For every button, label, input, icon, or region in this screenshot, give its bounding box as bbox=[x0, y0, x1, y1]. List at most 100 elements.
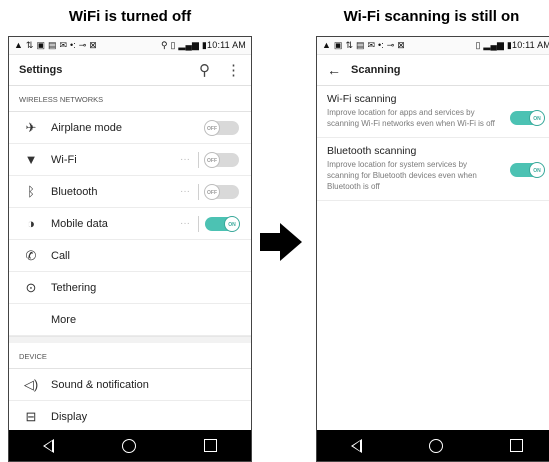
toggle-state: OFF bbox=[204, 183, 220, 200]
scan-text: Wi-Fi scanning Improve location for apps… bbox=[327, 93, 510, 129]
toggle-state: OFF bbox=[204, 119, 220, 136]
status-bar: ▲ ⇅ ▣ ▤ ✉ •: ⊸ ⊠ ⚲ ▯ ▂▄▆ ▮10:11 AM bbox=[9, 37, 251, 55]
settings-phone-screen: ▲ ⇅ ▣ ▤ ✉ •: ⊸ ⊠ ⚲ ▯ ▂▄▆ ▮10:11 AM Settings ⚲ ⋮… bbox=[8, 36, 252, 462]
status-right: ⚲ ▯ ▂▄▆ ▮10:11 AM bbox=[161, 40, 246, 51]
share-icon: ⊠ bbox=[397, 40, 405, 50]
back-arrow-icon[interactable]: ← bbox=[327, 62, 341, 78]
mobile-data-toggle[interactable]: ON bbox=[205, 215, 240, 232]
row-label: Call bbox=[51, 249, 70, 262]
mail-icon: ✉ bbox=[59, 40, 68, 50]
share-icon: ⊠ bbox=[89, 40, 97, 50]
message-icon: ▤ bbox=[47, 40, 57, 50]
arrow-right-icon bbox=[280, 223, 302, 261]
scan-text: Bluetooth scanning Improve location for … bbox=[327, 145, 510, 192]
row-label: Tethering bbox=[51, 281, 97, 294]
recent-apps-icon[interactable] bbox=[204, 439, 217, 452]
row-label: Airplane mode bbox=[51, 121, 122, 134]
divider bbox=[198, 215, 199, 232]
key-icon: ⊸ bbox=[386, 40, 395, 50]
dots-icon: ··· bbox=[180, 218, 190, 229]
more-row[interactable]: More bbox=[9, 304, 251, 336]
row-label: More bbox=[51, 313, 77, 326]
wifi-scanning-title: Wi-Fi scanning bbox=[327, 93, 397, 105]
scanning-phone-screen: ▲ ▣ ⇅ ▤ ✉ •: ⊸ ⊠ ▯ ▂▄▆ ▮10:11 AM ← Scanning Wi-… bbox=[316, 36, 549, 462]
usb-icon: •: bbox=[70, 40, 76, 50]
display-row[interactable]: ⊟ Display bbox=[9, 401, 251, 433]
back-icon[interactable] bbox=[43, 438, 54, 453]
image-icon: ▣ bbox=[36, 40, 45, 50]
mobile-data-row[interactable]: ◑ Mobile data ··· ON bbox=[9, 208, 251, 240]
status-time: 10:11 AM bbox=[207, 40, 246, 50]
settings-title-bar: Settings ⚲ ⋮ bbox=[9, 55, 251, 86]
toggle-state: ON bbox=[529, 162, 545, 178]
usb-icon: •: bbox=[378, 40, 384, 50]
section-header-device: DEVICE bbox=[9, 343, 251, 369]
navigation-bar bbox=[9, 430, 251, 461]
recent-apps-icon[interactable] bbox=[509, 439, 523, 452]
image-icon: ▣ bbox=[333, 40, 343, 50]
more-options-icon[interactable]: ⋮ bbox=[226, 61, 241, 79]
bluetooth-toggle[interactable]: OFF bbox=[204, 183, 239, 200]
bluetooth-row[interactable]: ᛒ Bluetooth ··· OFF bbox=[9, 176, 251, 208]
row-label: Mobile data bbox=[51, 217, 108, 230]
status-bar: ▲ ▣ ⇅ ▤ ✉ •: ⊸ ⊠ ▯ ▂▄▆ ▮10:11 AM bbox=[317, 37, 549, 55]
warning-icon: ▲ bbox=[14, 40, 23, 50]
toggle-state: OFF bbox=[204, 151, 220, 168]
status-time: 10:11 AM bbox=[512, 40, 549, 50]
row-label: Display bbox=[51, 410, 88, 423]
divider bbox=[198, 151, 199, 168]
left-caption: WiFi is turned off bbox=[68, 8, 192, 25]
bluetooth-scanning-toggle[interactable]: ON bbox=[510, 162, 545, 178]
dots-icon: ··· bbox=[180, 186, 190, 197]
right-caption: Wi-Fi scanning is still on bbox=[343, 8, 520, 25]
sound-notification-row[interactable]: ◁) Sound & notification bbox=[9, 369, 251, 401]
airplane-icon: ✈ bbox=[25, 119, 37, 135]
airplane-mode-row[interactable]: ✈ Airplane mode OFF bbox=[9, 112, 251, 144]
antenna-icon: ⇅ bbox=[345, 40, 353, 50]
row-label: Bluetooth bbox=[51, 185, 98, 198]
divider bbox=[198, 183, 199, 200]
page-title: Scanning bbox=[351, 64, 401, 76]
airplane-mode-toggle[interactable]: OFF bbox=[204, 119, 239, 136]
bluetooth-icon: ᛒ bbox=[27, 184, 35, 199]
speaker-icon: ◁) bbox=[23, 376, 39, 392]
section-header-wireless: WIRELESS NETWORKS bbox=[9, 86, 251, 112]
scanning-title-bar: ← Scanning bbox=[317, 55, 549, 86]
home-icon[interactable] bbox=[428, 438, 443, 453]
dots-icon: ··· bbox=[180, 154, 190, 165]
signal-icon: ▂▄▆ bbox=[178, 40, 202, 50]
notification-icons: ▲ ▣ ⇅ ▤ ✉ •: ⊸ ⊠ bbox=[322, 40, 408, 51]
toggle-state: ON bbox=[529, 110, 545, 126]
bluetooth-scanning-description: Improve location for system services by … bbox=[327, 160, 477, 191]
call-row[interactable]: ✆ Call bbox=[9, 240, 251, 272]
bluetooth-scanning-title: Bluetooth scanning bbox=[327, 145, 417, 157]
wifi-icon: ▼ bbox=[24, 152, 38, 167]
warning-icon: ▲ bbox=[322, 40, 331, 50]
back-icon[interactable] bbox=[350, 438, 362, 453]
wifi-row[interactable]: ▼ Wi-Fi ··· OFF bbox=[9, 144, 251, 176]
key-icon: ⊸ bbox=[78, 40, 87, 50]
notification-icons: ▲ ⇅ ▣ ▤ ✉ •: ⊸ ⊠ bbox=[14, 40, 100, 51]
page-title: Settings bbox=[19, 64, 63, 76]
message-icon: ▤ bbox=[355, 40, 365, 50]
wifi-scanning-toggle[interactable]: ON bbox=[510, 110, 545, 126]
mobile-data-icon: ◑ bbox=[27, 216, 35, 231]
search-icon[interactable]: ⚲ bbox=[199, 61, 210, 79]
wifi-toggle[interactable]: OFF bbox=[204, 151, 239, 168]
row-label: Sound & notification bbox=[51, 378, 149, 391]
wifi-scanning-description: Improve location for apps and services b… bbox=[327, 108, 495, 128]
tethering-icon: ⊙ bbox=[25, 279, 37, 295]
antenna-icon: ⇅ bbox=[25, 40, 34, 50]
tethering-row[interactable]: ⊙ Tethering bbox=[9, 272, 251, 304]
mail-icon: ✉ bbox=[367, 40, 376, 50]
phone-icon: ✆ bbox=[25, 247, 37, 263]
row-label: Wi-Fi bbox=[51, 153, 77, 166]
wifi-scanning-item[interactable]: Wi-Fi scanning Improve location for apps… bbox=[317, 86, 549, 138]
section-divider bbox=[9, 336, 251, 343]
bluetooth-scanning-item[interactable]: Bluetooth scanning Improve location for … bbox=[317, 138, 549, 201]
signal-icon: ▂▄▆ bbox=[483, 40, 507, 50]
home-icon[interactable] bbox=[122, 438, 136, 453]
status-right: ▯ ▂▄▆ ▮10:11 AM bbox=[475, 40, 549, 51]
navigation-bar bbox=[317, 430, 549, 461]
toggle-state: ON bbox=[224, 215, 240, 232]
